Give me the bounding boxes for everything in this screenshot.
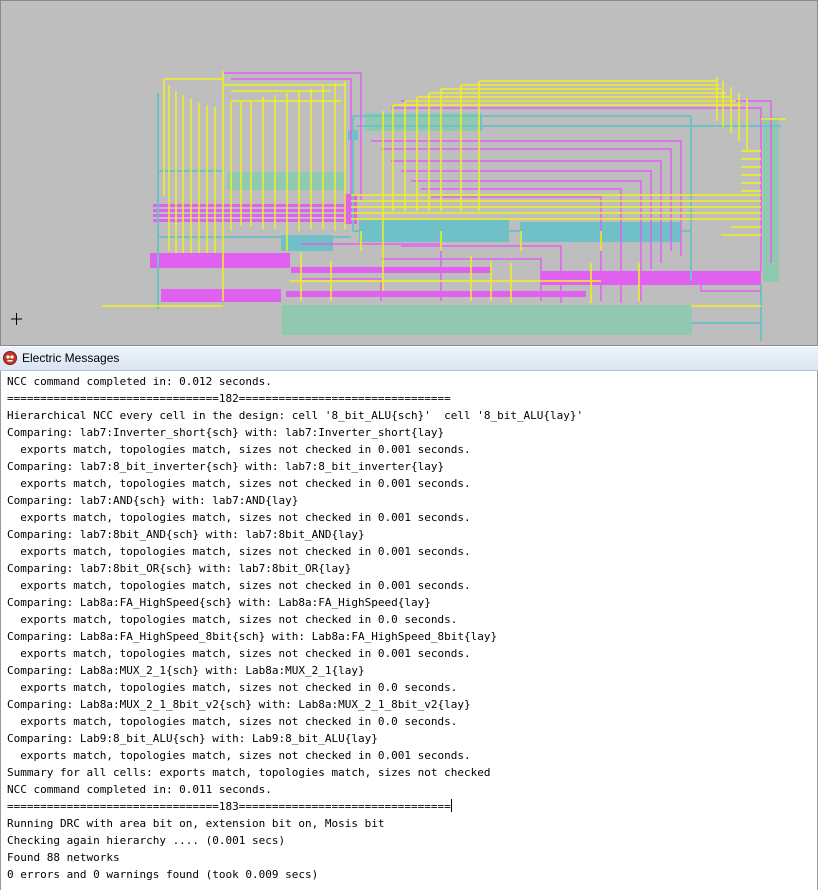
message-line: Checking again hierarchy .... (0.001 sec… [7,832,583,849]
crosshair-icon [11,313,22,325]
message-line-text: Comparing: lab7:8bit_AND{sch} with: lab7… [7,528,365,541]
messages-text-area[interactable]: NCC command completed in: 0.012 seconds.… [0,371,818,890]
message-line: Comparing: Lab8a:FA_HighSpeed{sch} with:… [7,594,583,611]
message-line: exports match, topologies match, sizes n… [7,475,583,492]
message-line-text: Hierarchical NCC every cell in the desig… [7,409,584,422]
electric-app-icon [3,351,17,365]
message-line-text: exports match, topologies match, sizes n… [7,749,471,762]
message-line-text: Comparing: lab7:AND{sch} with: lab7:AND{… [7,494,299,507]
message-line: exports match, topologies match, sizes n… [7,441,583,458]
message-line-text: Checking again hierarchy .... (0.001 sec… [7,834,286,847]
messages-window[interactable]: Electric Messages NCC command completed … [0,347,818,890]
message-line: Comparing: lab7:AND{sch} with: lab7:AND{… [7,492,583,509]
message-line-text: exports match, topologies match, sizes n… [7,511,471,524]
message-line: 0 errors and 0 warnings found (took 0.00… [7,866,583,883]
metal1-fill-layer [281,130,680,251]
message-line: Comparing: Lab9:8_bit_ALU{sch} with: Lab… [7,730,583,747]
message-log: NCC command completed in: 0.012 seconds.… [7,373,583,883]
messages-title: Electric Messages [22,351,120,365]
message-line-text: Summary for all cells: exports match, to… [7,766,491,779]
layout-drawing[interactable] [1,1,818,346]
message-line-text: exports match, topologies match, sizes n… [7,579,471,592]
message-line: Found 88 networks [7,849,583,866]
message-line: NCC command completed in: 0.012 seconds. [7,373,583,390]
text-caret [450,799,452,812]
message-line-text: exports match, topologies match, sizes n… [7,647,471,660]
message-line-text: Found 88 networks [7,851,120,864]
message-line: Comparing: lab7:Inverter_short{sch} with… [7,424,583,441]
message-line: exports match, topologies match, sizes n… [7,611,583,628]
message-line: Comparing: Lab8a:FA_HighSpeed_8bit{sch} … [7,628,583,645]
message-line-text: Comparing: Lab8a:MUX_2_1{sch} with: Lab8… [7,664,365,677]
message-line-text: Comparing: lab7:Inverter_short{sch} with… [7,426,445,439]
message-line-text: exports match, topologies match, sizes n… [7,443,471,456]
message-line-text: Running DRC with area bit on, extension … [7,817,385,830]
message-line-text: exports match, topologies match, sizes n… [7,477,471,490]
message-line-text: NCC command completed in: 0.012 seconds. [7,375,272,388]
message-line-text: Comparing: Lab8a:FA_HighSpeed_8bit{sch} … [7,630,498,643]
message-line-text: exports match, topologies match, sizes n… [7,715,458,728]
message-line: Comparing: Lab8a:MUX_2_1{sch} with: Lab8… [7,662,583,679]
message-line-text: Comparing: Lab8a:FA_HighSpeed{sch} with:… [7,596,431,609]
message-line: exports match, topologies match, sizes n… [7,543,583,560]
message-line: exports match, topologies match, sizes n… [7,679,583,696]
message-line: Comparing: lab7:8_bit_inverter{sch} with… [7,458,583,475]
message-line: Hierarchical NCC every cell in the desig… [7,407,583,424]
message-line: NCC command completed in: 0.011 seconds. [7,781,583,798]
message-line-text: Comparing: lab7:8_bit_inverter{sch} with… [7,460,445,473]
messages-titlebar[interactable]: Electric Messages [0,347,818,371]
message-line-text: ================================183=====… [7,800,451,813]
message-line-text: NCC command completed in: 0.011 seconds. [7,783,272,796]
message-line: Comparing: lab7:8bit_AND{sch} with: lab7… [7,526,583,543]
message-line-text: exports match, topologies match, sizes n… [7,681,458,694]
message-line: Comparing: Lab8a:MUX_2_1_8bit_v2{sch} wi… [7,696,583,713]
message-line: exports match, topologies match, sizes n… [7,713,583,730]
layout-canvas[interactable] [0,0,818,346]
message-line-text: 0 errors and 0 warnings found (took 0.00… [7,868,319,881]
message-line: exports match, topologies match, sizes n… [7,747,583,764]
message-line: Summary for all cells: exports match, to… [7,764,583,781]
message-line-text: Comparing: Lab9:8_bit_ALU{sch} with: Lab… [7,732,378,745]
message-line: exports match, topologies match, sizes n… [7,509,583,526]
message-line-text: exports match, topologies match, sizes n… [7,613,458,626]
message-line: exports match, topologies match, sizes n… [7,577,583,594]
message-line-text: Comparing: Lab8a:MUX_2_1_8bit_v2{sch} wi… [7,698,471,711]
message-line-text: ================================182=====… [7,392,451,405]
message-line-text: Comparing: lab7:8bit_OR{sch} with: lab7:… [7,562,352,575]
message-line: Comparing: lab7:8bit_OR{sch} with: lab7:… [7,560,583,577]
message-line: ================================183=====… [7,798,583,815]
message-line: exports match, topologies match, sizes n… [7,645,583,662]
message-line: ================================182=====… [7,390,583,407]
message-line-text: exports match, topologies match, sizes n… [7,545,471,558]
message-line: Running DRC with area bit on, extension … [7,815,583,832]
